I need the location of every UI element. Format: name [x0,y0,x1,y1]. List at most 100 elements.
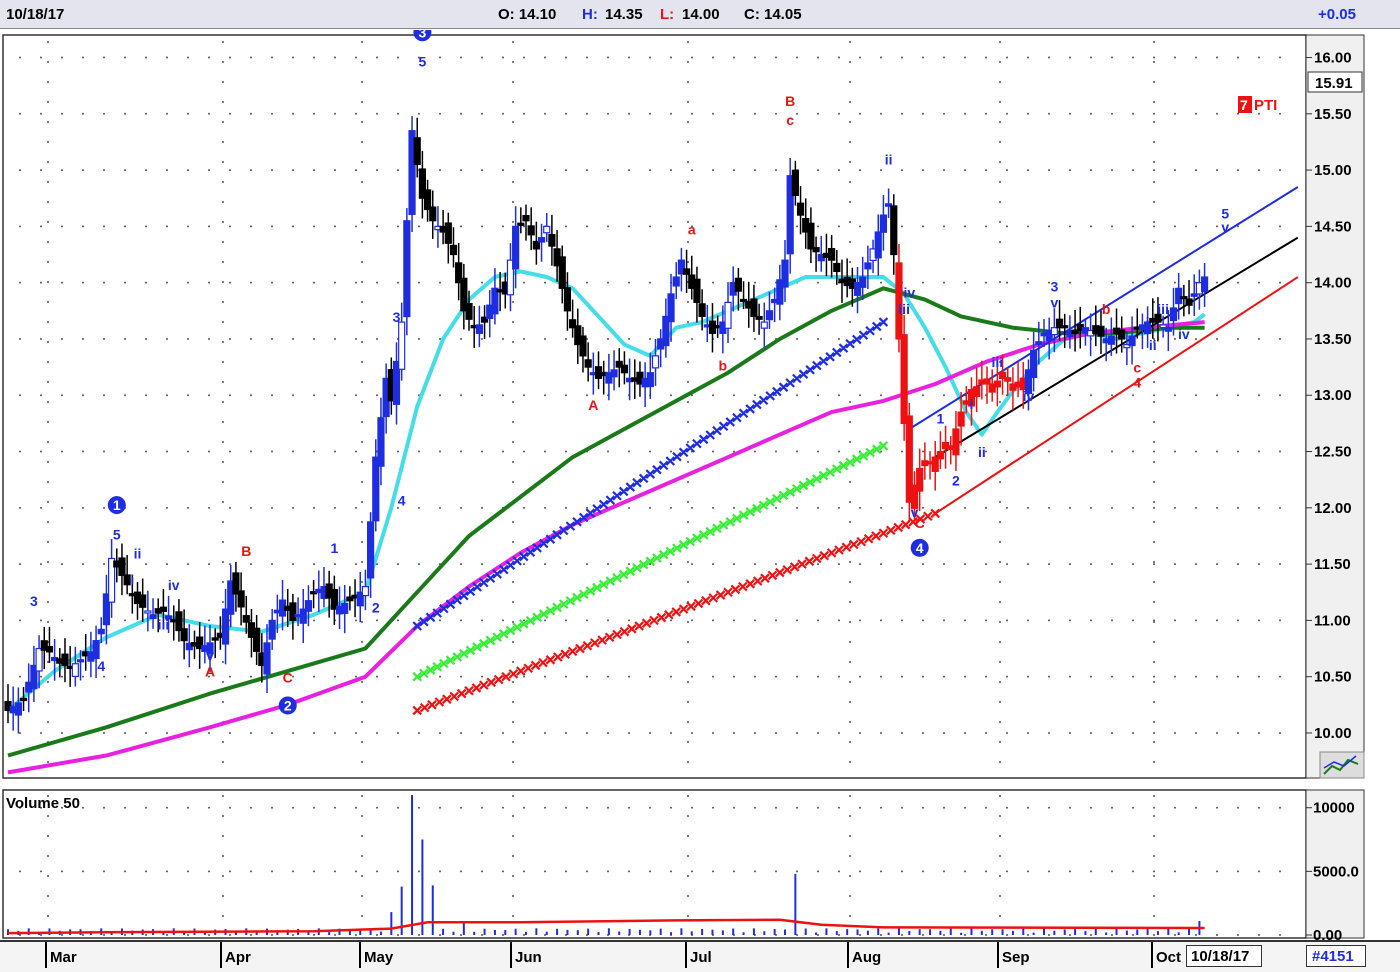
grid-dot [208,731,210,734]
grid-dot [1048,394,1050,397]
price-bar-body [563,287,572,312]
grid-dot [649,870,651,873]
grid-dot [271,281,273,284]
grid-dot [901,225,903,228]
grid-dot [880,731,882,734]
grid-dot [166,806,168,809]
grid-dot [733,675,735,678]
grid-dot [849,581,851,583]
grid-dot [418,112,420,115]
grid-dot [922,806,924,809]
grid-dot [292,337,294,340]
grid-dot [607,563,609,566]
grid-dot [943,394,945,397]
grid-dot [481,281,483,284]
grid-dot [775,563,777,566]
grid-dot [1132,281,1134,284]
grid-dot [849,401,851,403]
grid-dot [40,56,42,59]
grid-dot [361,181,363,183]
grid-dot [1153,806,1155,809]
grid-dot [849,481,851,483]
grid-dot [292,563,294,566]
grid-dot [523,112,525,115]
grid-dot [334,169,336,172]
grid-dot [1279,450,1281,453]
grid-dot [355,225,357,228]
grid-dot [82,806,84,809]
grid-dot [922,281,924,284]
grid-dot [999,241,1001,243]
grid-dot [817,169,819,172]
price-bar-body [522,214,530,222]
grid-dot [1111,731,1113,734]
grid-dot [999,661,1001,663]
price-bar-body [304,600,313,612]
grid-dot [999,61,1001,63]
grid-dot [376,870,378,873]
grid-dot [687,321,689,323]
grid-dot [849,421,851,423]
grid-dot [712,112,714,115]
grid-dot [964,56,966,59]
grid-dot [922,337,924,340]
grid-dot [47,915,49,917]
grid-dot [208,934,210,936]
grid-dot [849,221,851,223]
grid-dot [999,181,1001,183]
grid-dot [607,281,609,284]
grid-dot [124,450,126,453]
grid-dot [999,401,1001,403]
grid-dot [775,56,777,59]
price-bar-body [936,450,945,460]
grid-dot [670,731,672,734]
wave-label: A [588,397,598,413]
grid-dot [733,112,735,115]
grid-dot [849,321,851,323]
price-bar-body [1061,325,1069,329]
grid-dot [1111,506,1113,509]
grid-dot [250,563,252,566]
grid-dot [796,870,798,873]
grid-dot [1195,806,1197,809]
chart-thumbnail-icon[interactable] [1319,751,1365,779]
grid-dot [1111,450,1113,453]
grid-dot [1132,563,1134,566]
grid-dot [1258,337,1260,340]
grid-dot [880,112,882,115]
grid-dot [859,169,861,172]
grid-dot [47,101,49,103]
grid-dot [250,281,252,284]
grid-dot [687,461,689,463]
grid-dot [687,361,689,363]
grid-dot [397,731,399,734]
grid-dot [1195,56,1197,59]
grid-dot [838,934,840,936]
grid-dot [355,806,357,809]
price-tick-label: 14.00 [1314,275,1352,292]
price-bar-body [45,646,54,653]
grid-dot [687,915,689,917]
grid-dot [1090,450,1092,453]
grid-dot [687,481,689,483]
grid-dot [687,401,689,403]
price-tick-label: 11.50 [1314,556,1351,573]
grid-dot [1153,481,1155,483]
grid-dot [250,337,252,340]
grid-dot [1153,141,1155,143]
grid-dot [292,169,294,172]
chart-id-box[interactable]: #4151 [1306,945,1366,967]
grid-dot [292,934,294,936]
grid-dot [649,731,651,734]
grid-dot [1237,394,1239,397]
grid-dot [1216,870,1218,873]
grid-dot [313,731,315,734]
grid-dot [985,56,987,59]
grid-dot [544,394,546,397]
header-high: 14.35 [605,6,643,23]
grid-dot [512,161,514,163]
grid-dot [361,681,363,683]
grid-dot [687,895,689,897]
pti-number: 7 [1240,97,1248,113]
grid-dot [439,506,441,509]
